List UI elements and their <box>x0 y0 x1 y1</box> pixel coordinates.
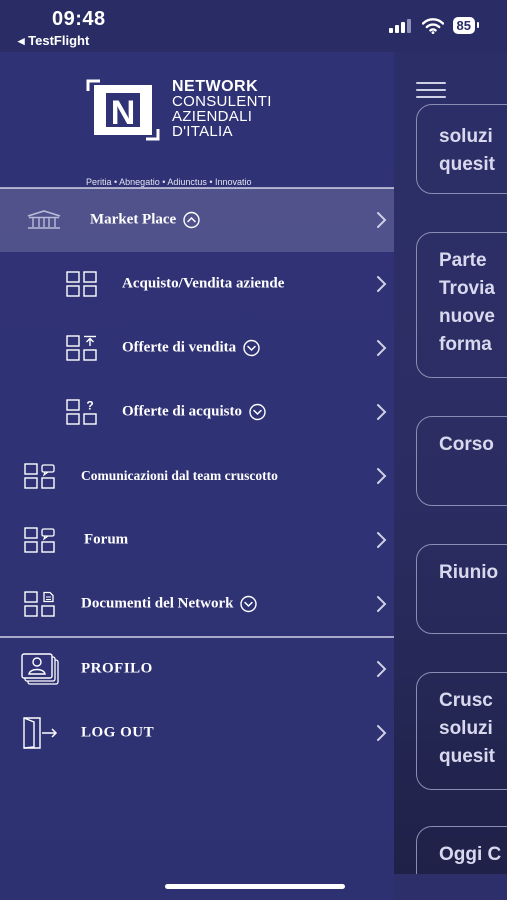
card-text: soluzi <box>439 126 493 147</box>
menu-label: Forum <box>84 531 129 548</box>
card-text: Riunio <box>439 562 499 583</box>
menu-item-offerte-acquisto[interactable]: ? Offerte di acquisto <box>0 380 394 444</box>
menu-item-documenti[interactable]: Documenti del Network <box>0 572 394 636</box>
logo-line: NETWORK <box>172 78 259 95</box>
menu-item-forum[interactable]: Forum <box>0 508 394 572</box>
grid-document-icon <box>24 591 55 617</box>
chevron-right-icon <box>377 468 387 484</box>
grid-question-icon: ? <box>66 399 97 425</box>
content-card[interactable]: Oggi C <box>416 826 507 874</box>
chevron-right-icon <box>377 404 387 420</box>
status-icons: 85 <box>388 17 480 34</box>
logo-letter: N <box>111 94 136 132</box>
chevron-right-icon <box>377 596 387 612</box>
chevron-right-icon <box>377 532 387 548</box>
menu-label: Market Place <box>90 211 177 228</box>
documenti-label-wrap: Documenti del Network <box>81 595 258 613</box>
wifi-icon <box>421 17 444 34</box>
card-text: Trovia <box>439 278 495 299</box>
grid-icon <box>66 271 97 297</box>
content-card[interactable]: Riunio <box>416 544 507 634</box>
content-card[interactable]: Crusc soluzi quesit <box>416 672 507 790</box>
menu-label: PROFILO <box>81 660 153 677</box>
grid-chat-icon <box>24 527 55 553</box>
card-text: quesit <box>439 746 495 767</box>
menu-item-offerte-vendita[interactable]: Offerte di vendita <box>0 316 394 380</box>
chevron-down-circle-icon[interactable] <box>240 595 258 613</box>
offerte-vendita-label-wrap: Offerte di vendita <box>122 340 260 357</box>
grid-chat-icon <box>24 463 55 489</box>
profile-cards-icon <box>21 653 59 685</box>
svg-text:?: ? <box>86 399 93 413</box>
back-arrow-icon: ◂ <box>18 33 29 48</box>
cellular-signal-icon <box>388 18 411 33</box>
menu-label: Documenti del Network <box>81 595 234 612</box>
network-logo: N NETWORK CONSULENTI AZIENDALI D'ITALIA … <box>86 79 306 199</box>
card-text: Crusc <box>439 690 493 711</box>
market-place-label-wrap: Market Place <box>90 212 200 229</box>
menu-label: LOG OUT <box>81 724 155 741</box>
menu-label: Acquisto/Vendita aziende <box>122 275 285 292</box>
content-card[interactable]: soluzi quesit <box>416 104 507 194</box>
back-label: TestFlight <box>28 33 90 48</box>
content-card[interactable]: Parte Trovia nuove forma <box>416 232 507 378</box>
chevron-right-icon <box>377 212 387 228</box>
battery-icon: 85 <box>452 17 480 34</box>
card-text: Parte <box>439 250 487 271</box>
card-text: quesit <box>439 154 495 175</box>
logout-door-icon <box>23 717 58 749</box>
chevron-right-icon <box>377 340 387 356</box>
status-time: 09:48 <box>52 8 106 30</box>
navigation-drawer: N NETWORK CONSULENTI AZIENDALI D'ITALIA … <box>0 52 394 900</box>
card-text: nuove <box>439 306 495 327</box>
menu-label: Offerte di acquisto <box>122 403 242 420</box>
logo-text: NETWORK CONSULENTI AZIENDALI D'ITALIA <box>172 78 272 140</box>
home-indicator[interactable] <box>165 884 345 889</box>
content-card[interactable]: Corso <box>416 416 507 506</box>
back-to-testflight[interactable]: ◂ TestFlight <box>18 33 89 49</box>
chevron-right-icon <box>377 276 387 292</box>
marketplace-building-icon <box>27 210 61 229</box>
menu-label: Comunicazioni dal team cruscotto <box>81 468 278 483</box>
menu-label: Offerte di vendita <box>122 339 237 356</box>
content-panel: soluzi quesit Parte Trovia nuove forma C… <box>394 52 507 874</box>
logo-line: D'ITALIA <box>172 123 233 140</box>
logo-mark-icon: N <box>86 79 160 141</box>
card-text: Oggi C <box>439 844 502 865</box>
chevron-down-circle-icon[interactable] <box>243 339 260 357</box>
logo-line: CONSULENTI <box>172 93 272 110</box>
menu-item-comunicazioni[interactable]: Comunicazioni dal team cruscotto <box>0 444 394 508</box>
chevron-down-circle-icon[interactable] <box>249 403 266 421</box>
menu-item-acquisto-vendita[interactable]: Acquisto/Vendita aziende <box>0 252 394 316</box>
menu-item-logout[interactable]: LOG OUT <box>0 701 394 765</box>
grid-upload-icon <box>66 335 97 361</box>
hamburger-menu-icon[interactable] <box>416 82 446 103</box>
chevron-up-circle-icon[interactable] <box>183 211 200 229</box>
chevron-right-icon <box>377 661 387 677</box>
menu-item-profilo[interactable]: PROFILO <box>0 637 394 701</box>
logo-tagline: Peritia • Abnegatio • Adiunctus • Innova… <box>86 177 252 187</box>
card-text: soluzi <box>439 718 493 739</box>
logo-line: AZIENDALI <box>172 108 253 125</box>
offerte-acquisto-label-wrap: Offerte di acquisto <box>122 404 266 421</box>
menu-item-market-place[interactable]: Market Place <box>0 188 394 252</box>
card-text: Corso <box>439 434 494 455</box>
card-text: forma <box>439 334 492 355</box>
chevron-right-icon <box>377 725 387 741</box>
status-bar: 09:48 ◂ TestFlight 85 <box>0 0 507 52</box>
